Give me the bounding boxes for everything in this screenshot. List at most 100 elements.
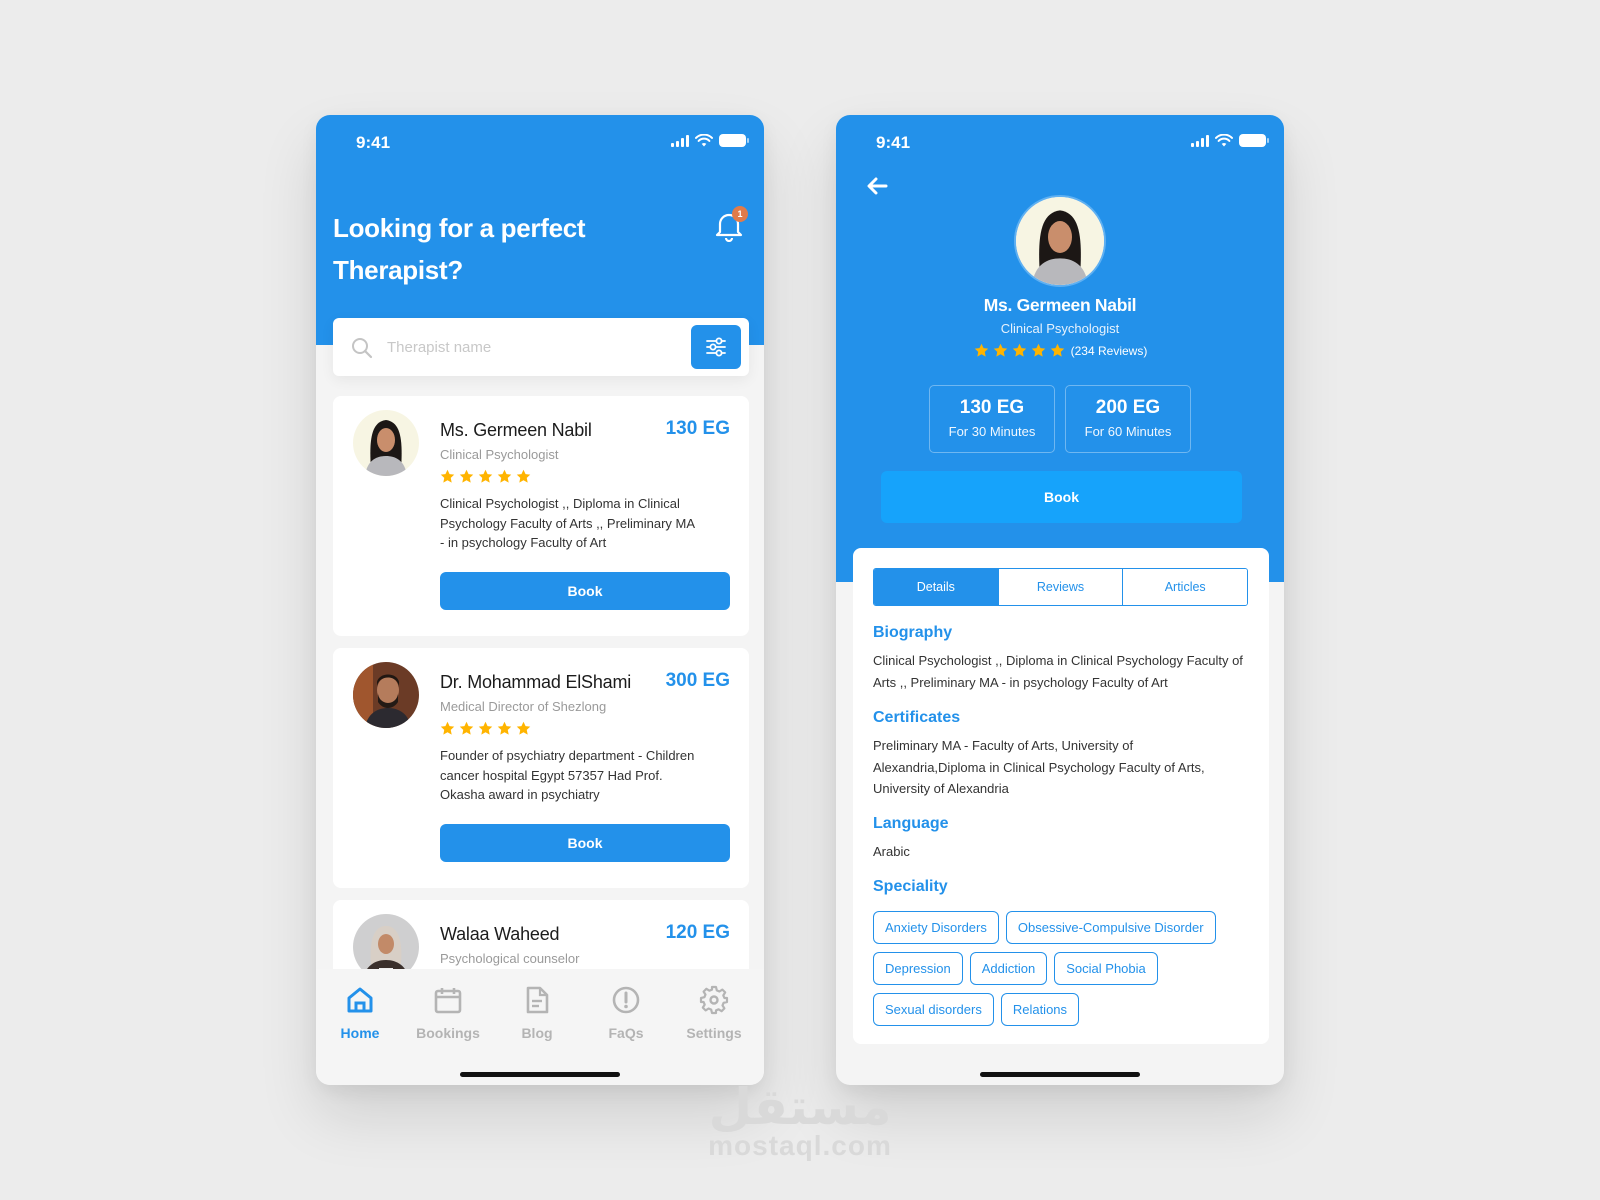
- signal-icon: [671, 134, 689, 147]
- avatar: [353, 410, 419, 476]
- therapist-card[interactable]: Ms. Germeen Nabil 130 EG Clinical Psycho…: [333, 396, 749, 636]
- session-prices: 130 EG For 30 Minutes 200 EG For 60 Minu…: [836, 385, 1284, 453]
- star-icon: [458, 720, 475, 737]
- profile-avatar: [1014, 195, 1106, 287]
- price-duration: For 60 Minutes: [1084, 424, 1172, 439]
- therapist-card[interactable]: Dr. Mohammad ElShami 300 EG Medical Dire…: [333, 648, 749, 888]
- arrow-left-icon: [867, 177, 888, 195]
- home-indicator: [980, 1072, 1140, 1077]
- price-option-30[interactable]: 130 EG For 30 Minutes: [929, 385, 1055, 453]
- signal-icon: [1191, 134, 1209, 147]
- therapist-title: Psychological counselor: [440, 951, 580, 966]
- therapist-price: 130 EG: [665, 418, 730, 439]
- star-icon: [477, 720, 494, 737]
- speciality-chip[interactable]: Sexual disorders: [873, 993, 994, 1026]
- speciality-chip[interactable]: Anxiety Disorders: [873, 911, 999, 944]
- gear-icon: [699, 985, 729, 1015]
- status-bar: 9:41: [836, 115, 1284, 171]
- star-icon: [458, 468, 475, 485]
- notification-badge: 1: [732, 206, 748, 222]
- price-option-60[interactable]: 200 EG For 60 Minutes: [1065, 385, 1191, 453]
- status-time: 9:41: [876, 133, 911, 152]
- biography-heading: Biography: [873, 624, 953, 641]
- tab-label: Bookings: [416, 1025, 480, 1041]
- book-button[interactable]: Book: [881, 471, 1242, 523]
- calendar-icon: [434, 988, 462, 1014]
- details-card: Details Reviews Articles Biography Clini…: [853, 548, 1269, 1044]
- tab-reviews[interactable]: Reviews: [997, 569, 1123, 605]
- tab-details[interactable]: Details: [874, 569, 998, 605]
- therapist-price: 120 EG: [665, 922, 730, 943]
- speciality-chip[interactable]: Addiction: [969, 952, 1048, 985]
- star-icon: [439, 720, 456, 737]
- therapist-name: Ms. Germeen Nabil: [440, 420, 592, 440]
- book-button[interactable]: Book: [440, 824, 730, 862]
- status-bar: 9:41: [316, 115, 764, 171]
- rating-stars: [973, 342, 1066, 359]
- wifi-icon: [695, 134, 713, 147]
- document-icon: [526, 986, 549, 1014]
- info-icon: [612, 986, 640, 1014]
- bottom-tab-bar: Home Bookings Blog FaQs Settings: [316, 969, 764, 1085]
- battery-icon: [719, 134, 749, 147]
- tab-faqs[interactable]: FaQs: [586, 983, 666, 1041]
- star-icon: [1011, 342, 1028, 359]
- page-headline: Looking for a perfect Therapist?: [333, 213, 586, 285]
- star-icon: [515, 468, 532, 485]
- profile-tabs: Details Reviews Articles: [873, 568, 1248, 606]
- search-icon: [352, 338, 373, 359]
- wifi-icon: [1215, 134, 1233, 147]
- price-amount: 200 EG: [1095, 397, 1161, 418]
- tab-label: Settings: [686, 1025, 742, 1041]
- profile-name: Ms. Germeen Nabil: [983, 295, 1137, 315]
- price-amount: 130 EG: [959, 397, 1025, 418]
- tab-home[interactable]: Home: [320, 983, 400, 1041]
- price-duration: For 30 Minutes: [948, 424, 1036, 439]
- tab-bookings[interactable]: Bookings: [408, 983, 488, 1041]
- star-icon: [496, 720, 513, 737]
- tab-settings[interactable]: Settings: [674, 983, 754, 1041]
- star-icon: [477, 468, 494, 485]
- therapist-name: Dr. Mohammad ElShami: [440, 672, 632, 692]
- therapist-description: Founder of psychiatry department - Child…: [440, 748, 695, 802]
- certificates-heading: Certificates: [873, 709, 961, 726]
- speciality-chip[interactable]: Social Phobia: [1054, 952, 1158, 985]
- speciality-chip[interactable]: Relations: [1000, 993, 1080, 1026]
- therapist-list-screen: 9:41 Looking for a perfect Therapist? 1: [316, 115, 764, 1085]
- star-icon: [1030, 342, 1047, 359]
- speciality-heading: Speciality: [873, 878, 948, 895]
- tab-articles[interactable]: Articles: [1122, 569, 1247, 605]
- watermark: مستقل mostaql.com: [0, 1080, 1600, 1162]
- therapist-profile-screen: 9:41 Ms. Germeen Nabil Clinical Psycholo…: [836, 115, 1284, 1085]
- speciality-chip[interactable]: Obsessive-Compulsive Disorder: [1005, 911, 1216, 944]
- star-icon: [973, 342, 990, 359]
- language-text: Arabic: [873, 844, 910, 859]
- profile-title: Clinical Psychologist: [1000, 321, 1120, 336]
- watermark-latin: mostaql.com: [708, 1130, 892, 1161]
- tab-label: Home: [340, 1025, 380, 1041]
- star-icon: [439, 468, 456, 485]
- tab-blog[interactable]: Blog: [497, 983, 577, 1041]
- home-icon: [347, 987, 373, 1013]
- biography-text: Clinical Psychologist ,, Diploma in Clin…: [873, 653, 1243, 690]
- notifications-button[interactable]: 1: [714, 206, 748, 243]
- speciality-chips: Anxiety Disorders Obsessive-Compulsive D…: [873, 911, 1253, 1034]
- watermark-arabic: مستقل: [708, 1078, 892, 1136]
- status-icons: [1191, 134, 1269, 147]
- battery-icon: [1239, 134, 1269, 147]
- home-indicator: [460, 1072, 620, 1077]
- star-icon: [496, 468, 513, 485]
- language-heading: Language: [873, 815, 949, 832]
- reviews-count[interactable]: (234 Reviews): [1071, 344, 1148, 358]
- back-button[interactable]: [866, 177, 890, 197]
- book-button[interactable]: Book: [440, 572, 730, 610]
- speciality-chip[interactable]: Depression: [873, 952, 963, 985]
- therapist-search-input[interactable]: [387, 318, 677, 376]
- rating-stars: [439, 468, 532, 485]
- star-icon: [515, 720, 532, 737]
- tab-label: FaQs: [608, 1025, 644, 1041]
- therapist-title: Clinical Psychologist: [440, 447, 559, 462]
- status-time: 9:41: [356, 133, 391, 152]
- filter-button[interactable]: [691, 325, 741, 369]
- certificates-text: Preliminary MA - Faculty of Arts, Univer…: [873, 738, 1205, 796]
